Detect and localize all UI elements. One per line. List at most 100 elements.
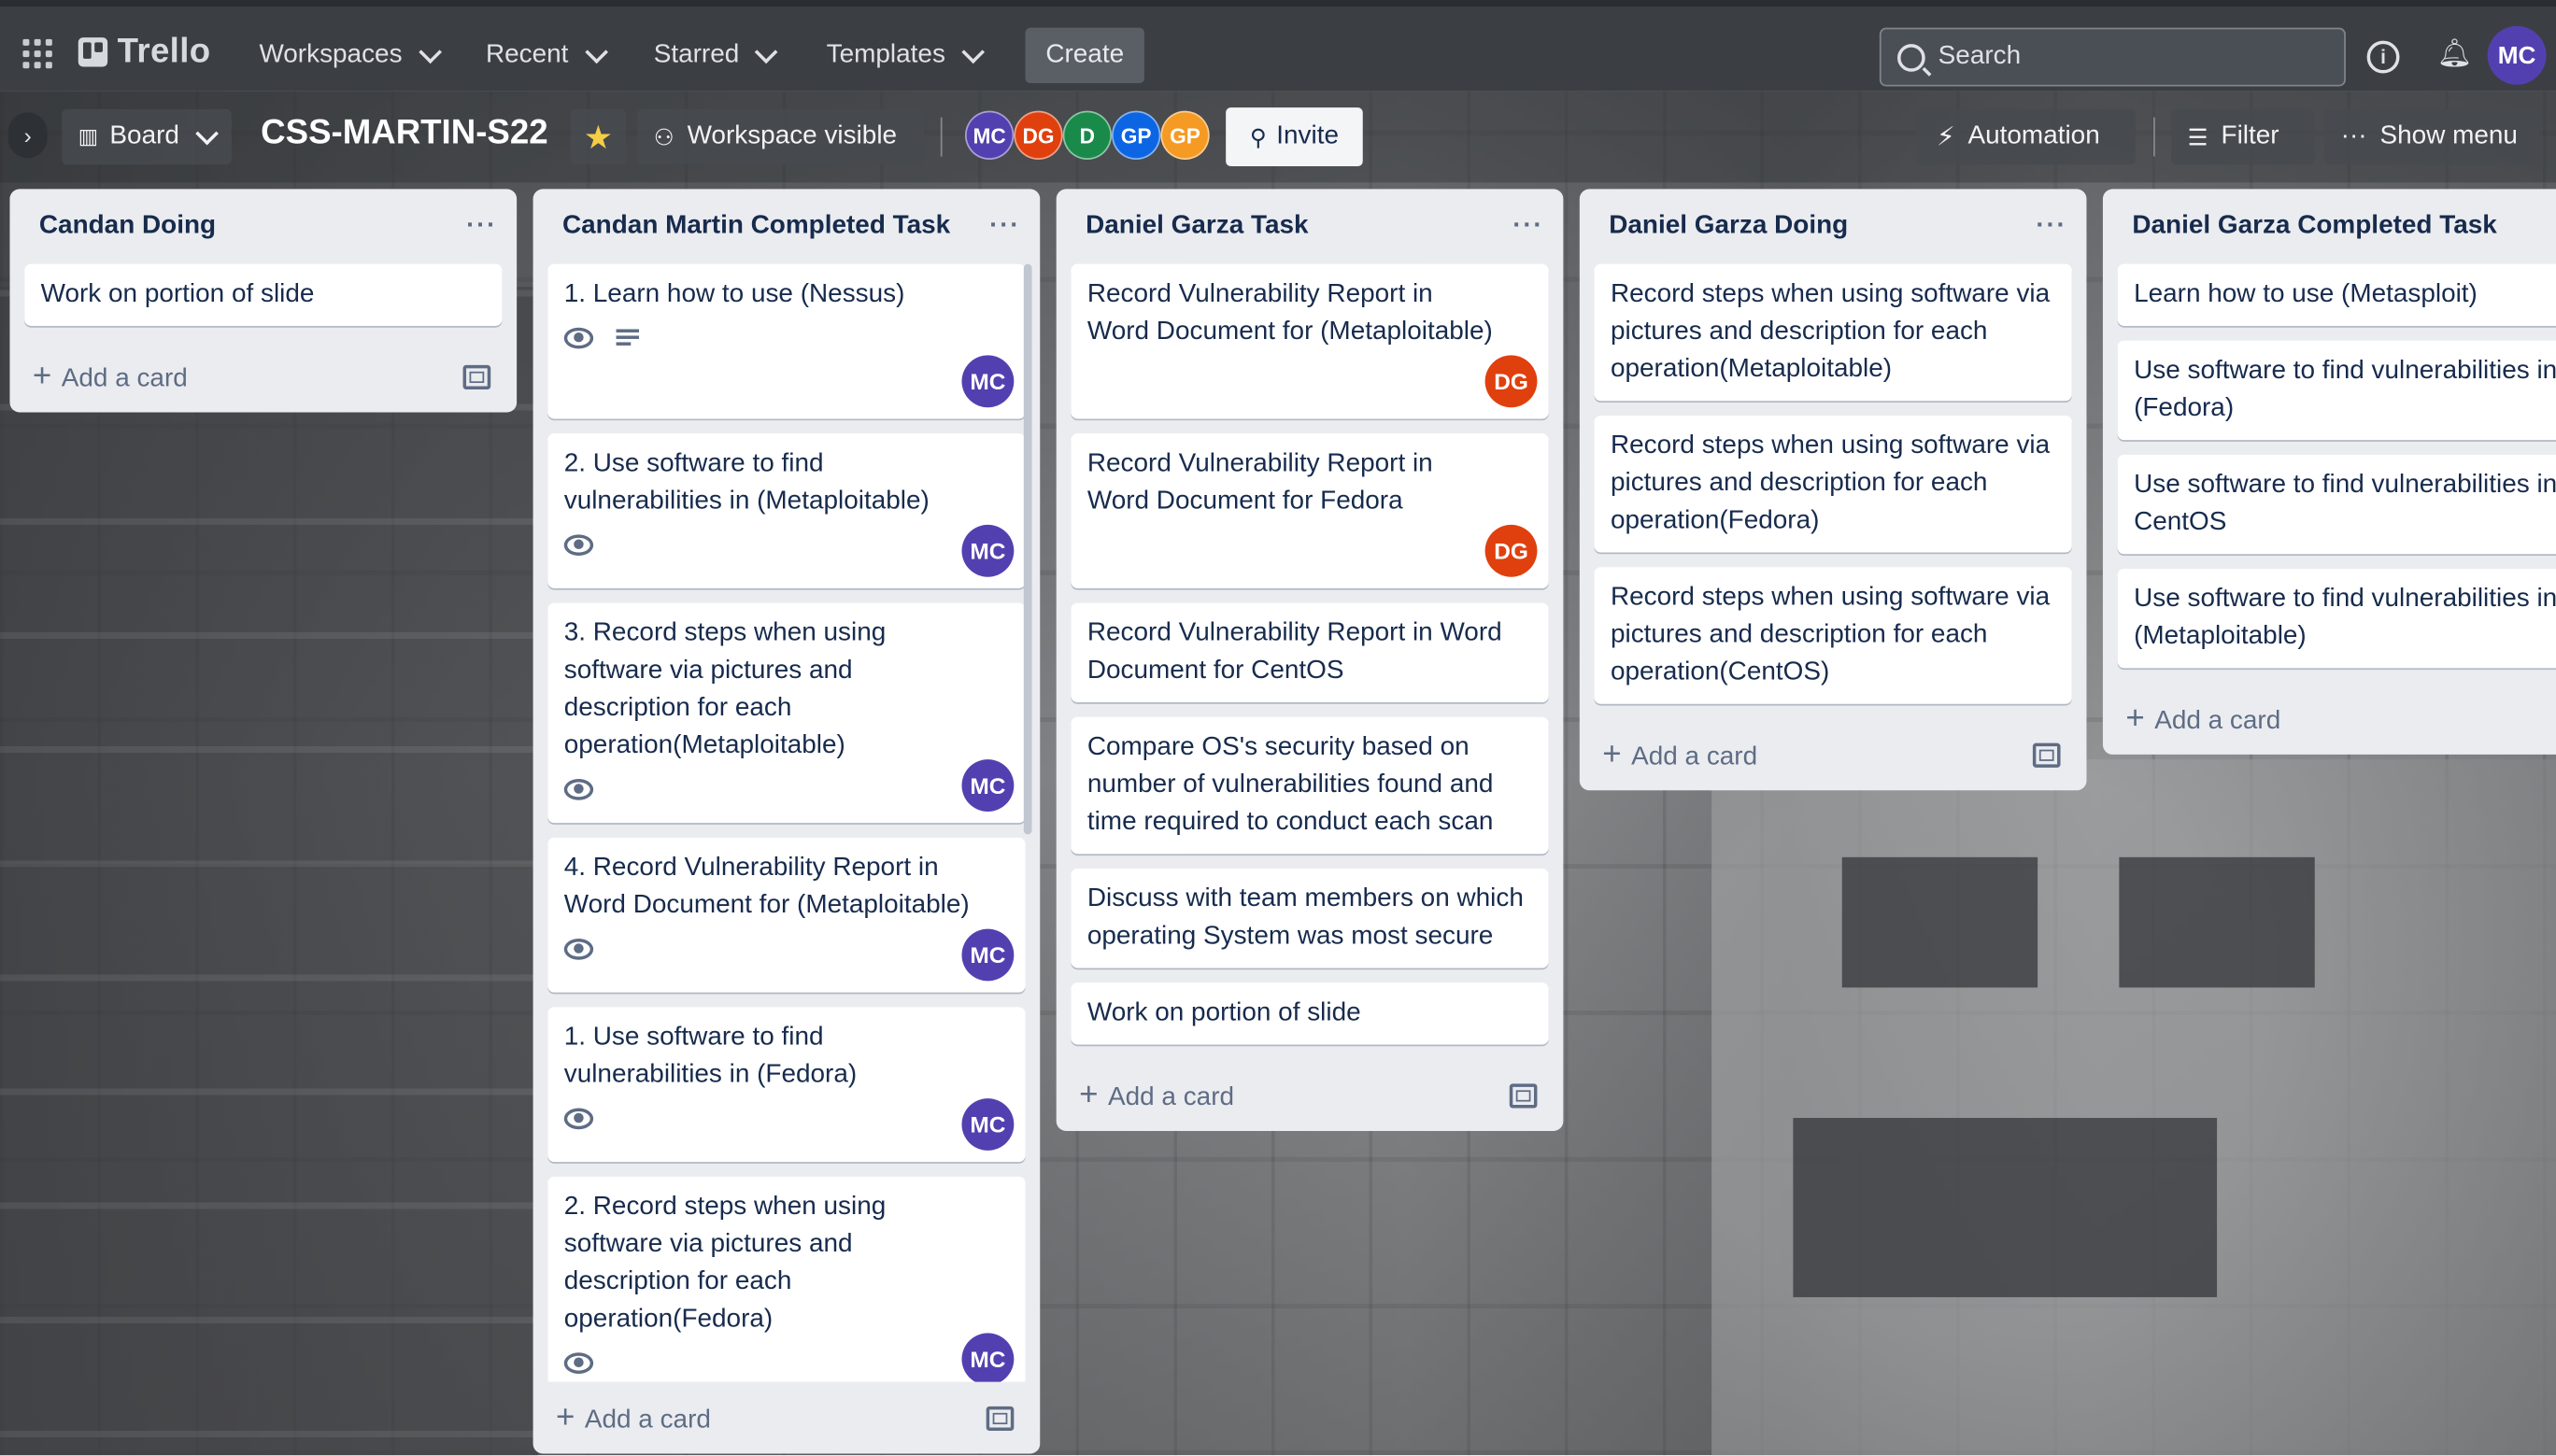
add-card-button[interactable]: + Add a card — [1580, 719, 2087, 791]
card[interactable]: 1. Use software to find vulnerabilities … — [547, 1007, 1026, 1163]
add-card-button[interactable]: + Add a card — [533, 1382, 1041, 1454]
card[interactable]: Use software to find vulnerabilities in … — [2117, 340, 2556, 441]
list: Candan Doing ··· Work on portion of slide +… — [9, 189, 518, 413]
add-card-button[interactable]: + Add a card — [1057, 1059, 1564, 1131]
card-member-avatar[interactable]: DG — [1484, 355, 1538, 408]
app-switcher-icon[interactable] — [22, 38, 52, 69]
member-avatar[interactable]: DG — [1014, 110, 1063, 161]
card-member-avatar[interactable]: DG — [1484, 524, 1538, 577]
card-title: 2. Record steps when using software via … — [563, 1193, 887, 1334]
card[interactable]: 4. Record Vulnerability Report in Word D… — [547, 837, 1026, 993]
nav-starred[interactable]: Starred — [653, 29, 779, 81]
nav-workspaces-label: Workspaces — [259, 40, 403, 69]
background-building-left — [0, 287, 538, 1456]
list-title[interactable]: Daniel Garza Doing — [1609, 212, 1848, 241]
show-menu-button[interactable]: ··· Show menu — [2324, 108, 2540, 165]
card-badges — [563, 768, 1009, 810]
watching-eye-icon — [563, 326, 594, 348]
member-avatar[interactable]: GP — [1112, 110, 1161, 161]
people-icon: ⚇ — [653, 122, 674, 149]
search-input[interactable]: Search — [1879, 27, 2346, 87]
search-icon — [1897, 43, 1925, 71]
card[interactable]: 2. Record steps when using software via … — [547, 1176, 1026, 1382]
card-member-avatar[interactable]: MC — [961, 524, 1015, 577]
list-scrollbar[interactable] — [1023, 263, 1032, 835]
board-title[interactable]: CSS-MARTIN-S22 — [261, 114, 547, 153]
list-title[interactable]: Candan Martin Completed Task — [562, 212, 950, 241]
card[interactable]: Discuss with team members on which opera… — [1071, 869, 1549, 968]
member-avatar[interactable]: D — [1062, 110, 1113, 161]
card[interactable]: Work on portion of slide — [1071, 982, 1549, 1045]
filter-label: Filter — [2221, 121, 2279, 150]
card[interactable]: Record steps when using software via pic… — [1594, 415, 2072, 553]
list: Daniel Garza Task ··· Record Vulnerability… — [1056, 189, 1564, 1131]
star-board-icon[interactable]: ★ — [570, 108, 627, 165]
board-view-switcher[interactable]: ▥ Board — [62, 108, 232, 165]
card[interactable]: Record Vulnerability Report in Word Docu… — [1071, 263, 1549, 419]
nav-recent[interactable]: Recent — [486, 29, 608, 81]
nav-starred-label: Starred — [653, 40, 740, 69]
card-template-icon[interactable] — [2032, 742, 2061, 767]
expand-sidebar-icon[interactable]: › — [7, 112, 48, 159]
list-actions-icon[interactable]: ··· — [466, 212, 497, 241]
card-template-icon[interactable] — [462, 363, 491, 389]
add-card-button[interactable]: + Add a card — [2103, 683, 2556, 755]
info-icon[interactable]: i — [2366, 40, 2400, 74]
list-header[interactable]: Daniel Garza Doing ··· — [1580, 189, 2087, 263]
list-title[interactable]: Daniel Garza Completed Task — [2132, 212, 2496, 241]
card[interactable]: Work on portion of slide — [24, 263, 503, 326]
card[interactable]: Record Vulnerability Report in Word Docu… — [1071, 602, 1549, 703]
card-title: Compare OS's security based on number of… — [1086, 733, 1494, 837]
card-list: Learn how to use (Metasploit) Use softwar… — [2103, 263, 2556, 669]
list-title[interactable]: Daniel Garza Task — [1086, 212, 1308, 241]
automation-button[interactable]: ⚡︎ Automation — [1917, 108, 2136, 165]
card[interactable]: Use software to find vulnerabilities in … — [2117, 454, 2556, 555]
nav-workspaces[interactable]: Workspaces — [259, 29, 442, 81]
card[interactable]: 2. Use software to find vulnerabilities … — [547, 433, 1026, 588]
more-icon: ··· — [2340, 121, 2367, 150]
list-header[interactable]: Candan Martin Completed Task ··· — [533, 189, 1041, 263]
add-card-label: Add a card — [2154, 706, 2281, 735]
card[interactable]: Learn how to use (Metasploit) — [2117, 263, 2556, 326]
card-member-avatar[interactable]: MC — [961, 1333, 1015, 1382]
card-member-avatar[interactable]: MC — [961, 759, 1015, 812]
card-member-avatar[interactable]: MC — [961, 1098, 1015, 1151]
list-header[interactable]: Daniel Garza Task ··· — [1057, 189, 1564, 263]
trello-logo[interactable]: Trello — [78, 33, 211, 72]
add-person-icon: ⚲ — [1249, 122, 1267, 149]
add-card-button[interactable]: + Add a card — [9, 341, 517, 413]
list-actions-icon[interactable]: ··· — [989, 212, 1020, 241]
card[interactable]: Record steps when using software via pic… — [1594, 263, 2072, 402]
board-view-label: Board — [109, 121, 179, 150]
card[interactable]: Record steps when using software via pic… — [1594, 567, 2072, 704]
member-avatar[interactable]: MC — [964, 110, 1015, 161]
card[interactable]: 1. Learn how to use (Nessus) MC — [547, 263, 1026, 419]
card-title: Record steps when using software via pic… — [1610, 280, 2051, 384]
invite-button[interactable]: ⚲ Invite — [1226, 107, 1363, 166]
visibility-button[interactable]: ⚇ Workspace visible — [637, 108, 925, 165]
card-member-avatar[interactable]: MC — [961, 928, 1015, 982]
card-title: 3. Record steps when using software via … — [563, 619, 887, 760]
list-title[interactable]: Candan Doing — [39, 212, 216, 241]
notifications-bell-icon[interactable]: 🔔︎ — [2437, 39, 2473, 67]
card-template-icon[interactable] — [986, 1405, 1015, 1431]
add-card-label: Add a card — [1631, 742, 1758, 770]
user-avatar[interactable]: MC — [2487, 25, 2547, 85]
card[interactable]: 3. Record steps when using software via … — [547, 602, 1026, 824]
list-actions-icon[interactable]: ··· — [1512, 212, 1543, 241]
nav-templates[interactable]: Templates — [827, 29, 985, 81]
list-actions-icon[interactable]: ··· — [2036, 212, 2066, 241]
card-template-icon[interactable] — [1509, 1082, 1538, 1108]
member-avatar[interactable]: GP — [1160, 110, 1210, 161]
list-header[interactable]: Daniel Garza Completed Task··· — [2103, 189, 2556, 263]
create-button[interactable]: Create — [1025, 27, 1144, 83]
plus-icon: + — [1079, 1076, 1099, 1112]
card-member-avatar[interactable]: MC — [961, 355, 1015, 408]
card[interactable]: Use software to find vulnerabilities in … — [2117, 568, 2556, 669]
add-card-label-wrap: + Add a card — [33, 358, 188, 395]
filter-button[interactable]: ☰ Filter — [2171, 108, 2315, 165]
list: Daniel Garza Completed Task···Learn how … — [2102, 189, 2556, 755]
card[interactable]: Compare OS's security based on number of… — [1071, 716, 1549, 855]
list-header[interactable]: Candan Doing ··· — [9, 189, 517, 263]
card[interactable]: Record Vulnerability Report in Word Docu… — [1071, 433, 1549, 588]
